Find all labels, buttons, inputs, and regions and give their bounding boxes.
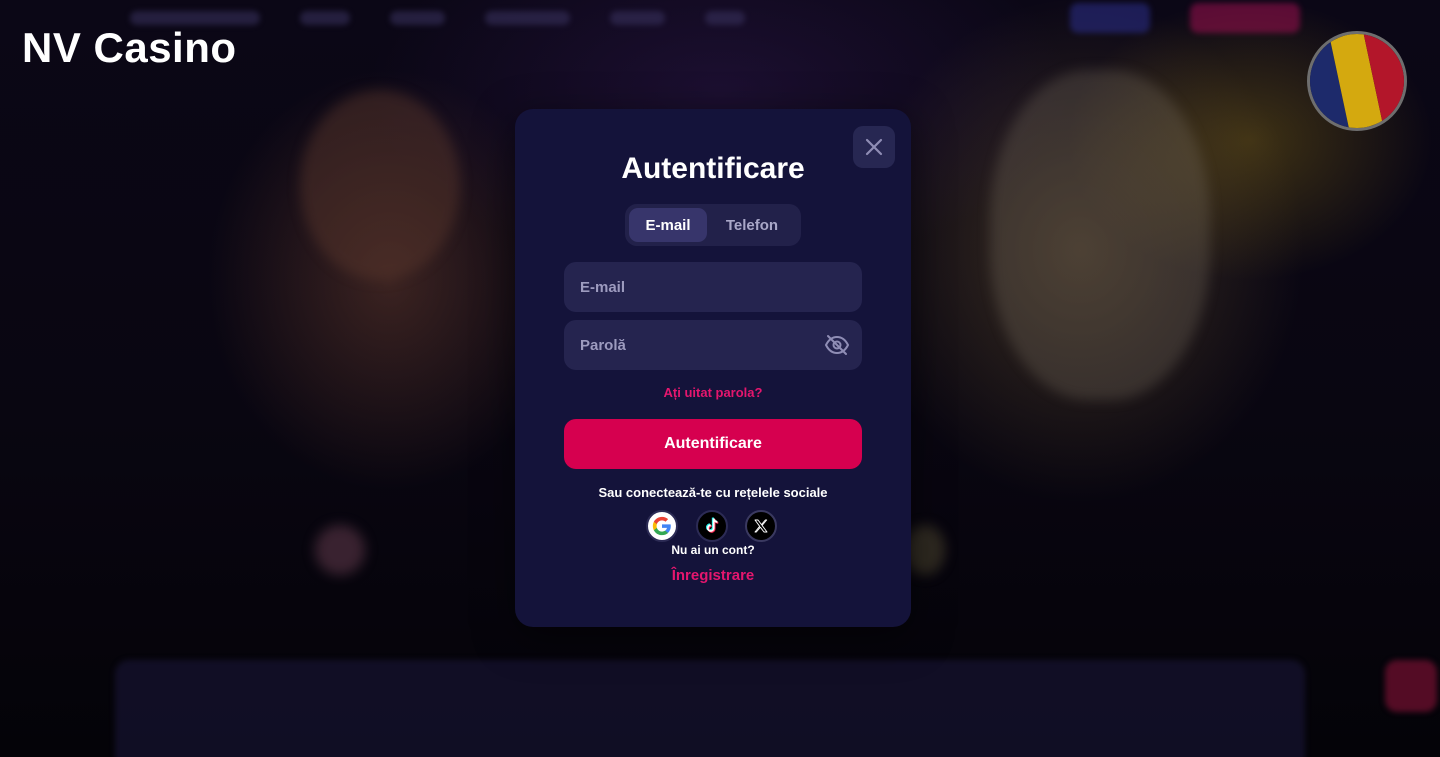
eye-off-icon[interactable] (824, 333, 850, 357)
site-title: NV Casino (22, 24, 237, 71)
background-chat-button (1385, 660, 1437, 712)
google-icon (652, 516, 671, 536)
background-games-panel (115, 660, 1305, 757)
x-icon (754, 519, 768, 533)
email-field-container (564, 262, 862, 312)
email-field[interactable] (564, 262, 862, 312)
background-login-button (1070, 3, 1150, 33)
romania-flag-icon[interactable] (1307, 31, 1407, 131)
x-login-button[interactable] (745, 510, 777, 542)
google-login-button[interactable] (646, 510, 678, 542)
background-avatar (905, 525, 945, 575)
login-method-tabs: E-mail Telefon (625, 204, 801, 246)
background-nav-item (390, 11, 445, 25)
forgot-password-link[interactable]: Ați uitat parola? (515, 385, 911, 400)
login-modal: Autentificare E-mail Telefon Ați uitat p… (515, 109, 911, 627)
flag-graphic (1310, 34, 1404, 128)
page-backdrop: NV Casino Autentificare E-mail Telefon E… (0, 0, 1440, 757)
background-nav-item (300, 11, 350, 25)
login-submit-button[interactable]: Autentificare (564, 419, 862, 469)
background-avatar (315, 525, 365, 575)
background-register-button (1190, 3, 1300, 33)
background-nav-item (610, 11, 665, 25)
background-character-left (300, 90, 460, 280)
modal-title: Autentificare (621, 152, 805, 185)
register-link[interactable]: Înregistrare (515, 567, 911, 584)
password-field[interactable] (564, 320, 862, 370)
no-account-text: Nu ai un cont? (671, 543, 755, 557)
tab-email[interactable]: E-mail (629, 208, 707, 242)
background-nav-item (485, 11, 570, 25)
tab-phone[interactable]: Telefon (707, 208, 797, 242)
social-login-text: Sau conectează-te cu rețelele sociale (598, 485, 828, 500)
background-character-right (990, 70, 1210, 400)
background-nav-item (705, 11, 745, 25)
password-field-container (564, 320, 862, 370)
tiktok-icon (706, 517, 719, 533)
tiktok-login-button[interactable] (696, 510, 728, 542)
social-login-buttons (646, 510, 782, 544)
background-nav (130, 0, 1300, 36)
